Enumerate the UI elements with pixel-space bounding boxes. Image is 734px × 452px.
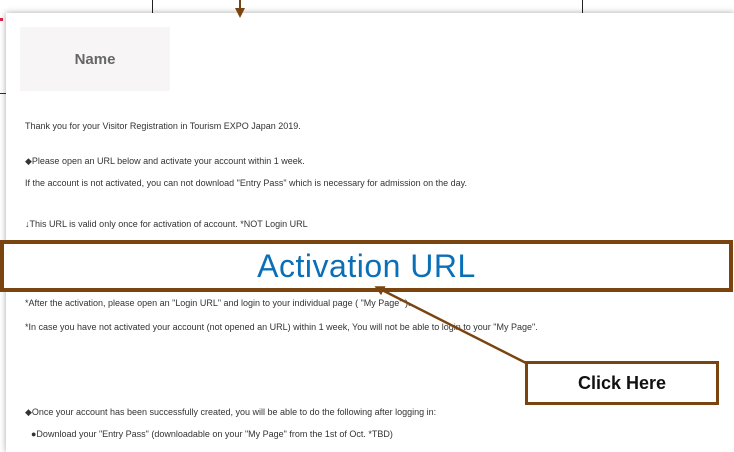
callout-arrows [235, 0, 529, 366]
click-here-arrow [374, 286, 529, 366]
